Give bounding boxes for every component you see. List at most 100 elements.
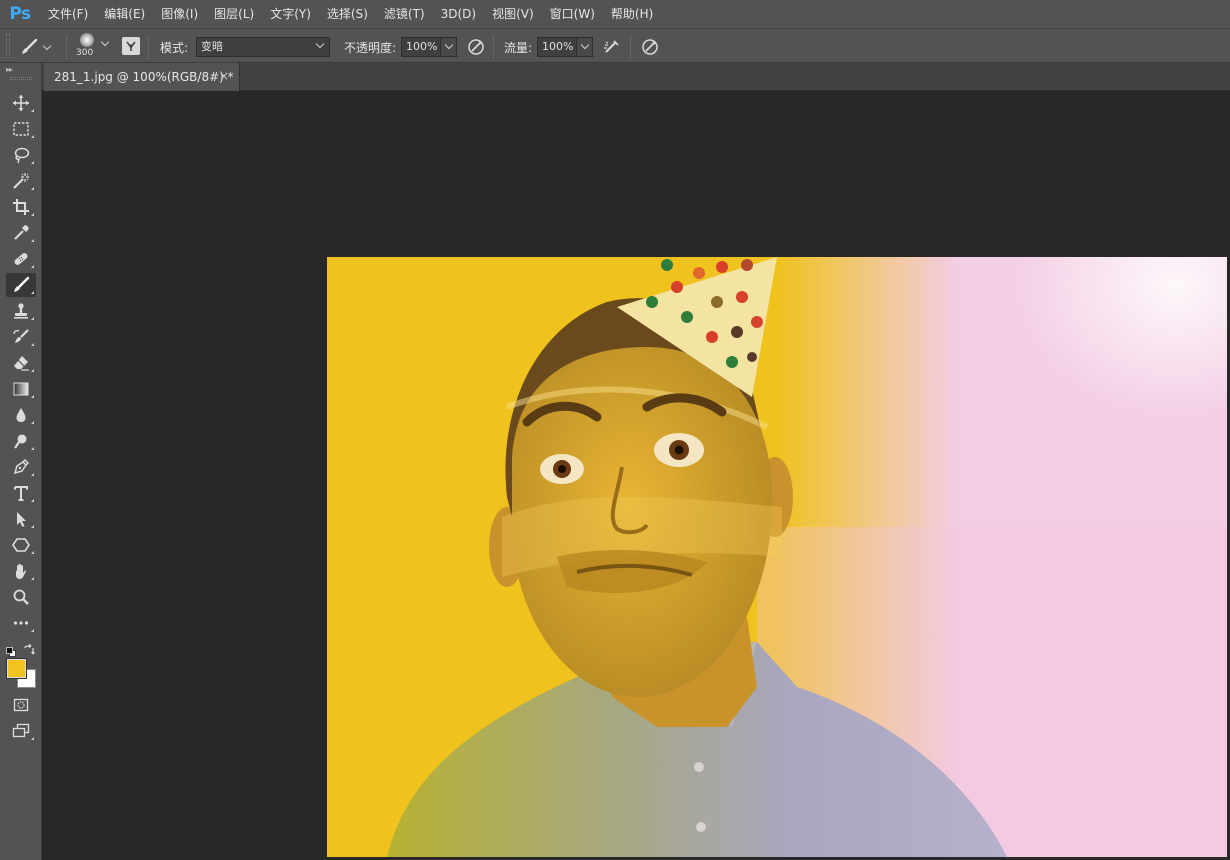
shape-icon bbox=[12, 538, 30, 552]
type-icon bbox=[14, 486, 28, 501]
blend-mode-value: 变暗 bbox=[201, 40, 223, 53]
menu-type[interactable]: 文字(Y) bbox=[262, 0, 319, 28]
default-colors-icon bbox=[6, 647, 16, 657]
canvas-workspace bbox=[42, 91, 1230, 860]
default-colors-button[interactable] bbox=[6, 642, 16, 657]
blend-mode-select[interactable]: 变暗 bbox=[196, 37, 330, 57]
brush-panel-toggle[interactable] bbox=[122, 37, 140, 55]
pressure-opacity-toggle[interactable] bbox=[466, 37, 486, 57]
chevron-down-icon bbox=[315, 39, 325, 49]
tool-path-selection[interactable] bbox=[6, 507, 36, 531]
tools-panel: ▸▸ bbox=[0, 63, 42, 860]
brush-panel-icon bbox=[126, 41, 136, 51]
document-tab-bar: 281_1.jpg @ 100%(RGB/8#) * × bbox=[42, 63, 1230, 91]
menu-filter[interactable]: 滤镜(T) bbox=[376, 0, 433, 28]
flow-dropdown[interactable] bbox=[577, 37, 593, 57]
tool-hand[interactable] bbox=[6, 559, 36, 583]
brush-icon bbox=[14, 276, 30, 292]
eyedropper-icon bbox=[14, 225, 29, 240]
brush-size-value: 300 bbox=[76, 48, 94, 58]
brush-tip-preview-icon bbox=[80, 33, 94, 47]
gradient-icon bbox=[13, 382, 29, 396]
tool-zoom[interactable] bbox=[6, 585, 36, 609]
tool-gradient[interactable] bbox=[6, 377, 36, 401]
separator bbox=[148, 35, 149, 59]
menu-image[interactable]: 图像(I) bbox=[153, 0, 206, 28]
screen-mode-button[interactable] bbox=[6, 719, 36, 743]
tool-marquee[interactable] bbox=[6, 117, 36, 141]
eraser-icon bbox=[14, 356, 29, 371]
foreground-color-swatch[interactable] bbox=[6, 658, 27, 679]
tool-more[interactable] bbox=[6, 611, 36, 635]
chevron-down-icon bbox=[42, 41, 52, 50]
menu-window[interactable]: 窗口(W) bbox=[542, 0, 603, 28]
brush-icon bbox=[22, 38, 38, 54]
tool-brush[interactable] bbox=[6, 273, 36, 297]
airbrush-toggle[interactable] bbox=[602, 37, 622, 57]
tool-lasso[interactable] bbox=[6, 143, 36, 167]
tool-blur[interactable] bbox=[6, 403, 36, 427]
menu-help[interactable]: 帮助(H) bbox=[603, 0, 661, 28]
quick-mask-button[interactable] bbox=[6, 693, 36, 717]
pressure-opacity-icon bbox=[468, 39, 484, 55]
tool-healing-brush[interactable] bbox=[6, 247, 36, 271]
tool-dodge[interactable] bbox=[6, 429, 36, 453]
pressure-size-toggle[interactable] bbox=[640, 37, 660, 57]
menu-layer[interactable]: 图层(L) bbox=[206, 0, 262, 28]
magic-wand-icon bbox=[13, 173, 29, 189]
separator bbox=[66, 35, 67, 59]
brush-preset-picker[interactable]: 300 bbox=[76, 31, 112, 61]
tool-magic-wand[interactable] bbox=[6, 169, 36, 193]
opacity-input[interactable]: 100% bbox=[401, 37, 441, 57]
options-bar: 300 模式: 变暗 不透明度: 100% 流量: 100% bbox=[0, 28, 1230, 63]
opacity-label: 不透明度: bbox=[344, 41, 397, 55]
photoshop-logo: Ps bbox=[9, 4, 31, 24]
lasso-icon bbox=[14, 147, 30, 164]
dodge-icon bbox=[14, 434, 27, 449]
document-tab[interactable]: 281_1.jpg @ 100%(RGB/8#) * × bbox=[44, 63, 240, 91]
move-icon bbox=[13, 95, 29, 111]
zoom-icon bbox=[13, 589, 29, 605]
menu-view[interactable]: 视图(V) bbox=[484, 0, 542, 28]
tool-move[interactable] bbox=[6, 91, 36, 115]
chevron-down-icon bbox=[100, 37, 110, 47]
tool-crop[interactable] bbox=[6, 195, 36, 219]
tool-eraser[interactable] bbox=[6, 351, 36, 375]
tool-preset-picker[interactable] bbox=[20, 35, 60, 59]
tool-shape[interactable] bbox=[6, 533, 36, 557]
tool-pen[interactable] bbox=[6, 455, 36, 479]
swap-colors-button[interactable] bbox=[23, 641, 35, 655]
pressure-size-icon bbox=[642, 39, 658, 55]
separator bbox=[630, 35, 631, 59]
separator bbox=[493, 35, 494, 59]
panel-grip bbox=[10, 77, 32, 80]
pen-icon bbox=[13, 458, 30, 475]
document-canvas[interactable] bbox=[327, 257, 1227, 857]
crop-icon bbox=[13, 199, 29, 215]
tool-type[interactable] bbox=[6, 481, 36, 505]
menu-file[interactable]: 文件(F) bbox=[40, 0, 96, 28]
menu-select[interactable]: 选择(S) bbox=[319, 0, 376, 28]
flow-input[interactable]: 100% bbox=[537, 37, 577, 57]
healing-brush-icon bbox=[14, 253, 28, 265]
hand-icon bbox=[16, 563, 27, 579]
tool-clone-stamp[interactable] bbox=[6, 299, 36, 323]
tool-eyedropper[interactable] bbox=[6, 221, 36, 245]
menu-edit[interactable]: 编辑(E) bbox=[96, 0, 153, 28]
screen-mode-icon bbox=[12, 723, 30, 738]
path-selection-icon bbox=[17, 512, 26, 527]
chevron-down-icon bbox=[444, 40, 453, 50]
photo-image bbox=[327, 257, 1227, 857]
mode-label: 模式: bbox=[160, 41, 189, 55]
collapse-panel-icon[interactable]: ▸▸ bbox=[6, 65, 13, 74]
menu-3d[interactable]: 3D(D) bbox=[433, 0, 484, 28]
opacity-dropdown[interactable] bbox=[441, 37, 457, 57]
history-brush-icon bbox=[13, 329, 29, 343]
tool-history-brush[interactable] bbox=[6, 325, 36, 349]
airbrush-icon bbox=[604, 40, 619, 53]
document-tab-title: 281_1.jpg @ 100%(RGB/8#) * bbox=[54, 70, 234, 84]
close-icon[interactable]: × bbox=[219, 69, 229, 83]
options-grip bbox=[6, 34, 10, 58]
flow-label: 流量: bbox=[504, 41, 533, 55]
marquee-icon bbox=[13, 122, 29, 136]
